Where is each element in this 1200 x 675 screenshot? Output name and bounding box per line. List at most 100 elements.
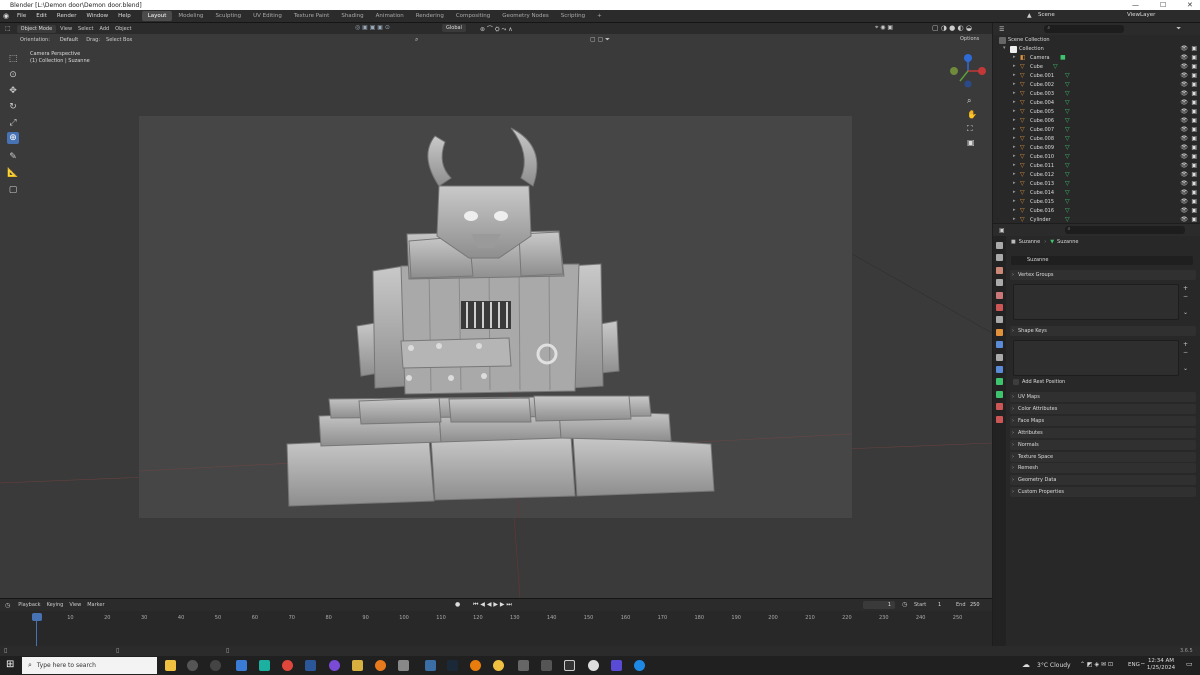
expand-icon[interactable]: ▸ xyxy=(1013,126,1019,132)
outliner-item[interactable]: ▸ ▽ Cube.010 ▽ 👁 ▣ xyxy=(993,153,1200,162)
blender-icon[interactable] xyxy=(470,660,481,671)
visibility-eye-icon[interactable]: 👁 xyxy=(1180,45,1188,52)
physics-tab-icon[interactable] xyxy=(996,366,1003,373)
tab-animation[interactable]: Animation xyxy=(370,11,410,21)
outliner-item[interactable]: ▸ ▽ Cube.016 ▽ 👁 ▣ xyxy=(993,207,1200,216)
record-button[interactable]: ● xyxy=(455,601,460,608)
navigation-gizmo[interactable]: ⌕ ✋ ⛶ ▣ xyxy=(946,51,990,161)
filter-icon[interactable]: ▢ ▢ ⏷ xyxy=(590,36,610,44)
blender-logo-icon[interactable]: ◉ xyxy=(0,12,12,20)
outliner-item[interactable]: ▸ ▽ Cube.012 ▽ 👁 ▣ xyxy=(993,171,1200,180)
expand-icon[interactable]: ▸ xyxy=(1013,216,1019,222)
outliner-item-name[interactable]: Cylinder xyxy=(1030,217,1051,223)
vertex-group-list-buttons[interactable]: + − ⌄ xyxy=(1183,285,1192,316)
app-icon[interactable] xyxy=(493,660,504,671)
tab-scripting[interactable]: Scripting xyxy=(555,11,591,21)
visibility-eye-icon[interactable]: 👁 xyxy=(1180,108,1188,115)
3d-viewport[interactable]: Camera Perspective (1) Collection | Suza… xyxy=(0,23,992,598)
object-menu[interactable]: Object xyxy=(115,26,131,32)
visibility-eye-icon[interactable]: 👁 xyxy=(1180,162,1188,169)
windows-start-icon[interactable]: ⊞ xyxy=(6,659,14,670)
vertex-groups-list[interactable] xyxy=(1013,284,1179,320)
properties-editor-icon[interactable]: ▣ xyxy=(999,227,1005,234)
render-camera-icon[interactable]: ▣ xyxy=(1191,90,1197,97)
network-icon[interactable]: ⌔ xyxy=(1140,661,1146,669)
drag-dropdown[interactable]: Select Box xyxy=(106,37,132,43)
render-camera-icon[interactable]: ▣ xyxy=(1191,198,1197,205)
current-frame-field[interactable]: 1 xyxy=(863,601,895,609)
expand-icon[interactable]: ▸ xyxy=(1013,117,1019,123)
render-camera-icon[interactable]: ▣ xyxy=(1191,216,1197,223)
taskbar-search-box[interactable]: ⌕ Type here to search xyxy=(22,657,157,674)
panel-normals[interactable]: Normals xyxy=(1010,439,1196,450)
render-camera-icon[interactable]: ▣ xyxy=(1191,108,1197,115)
outliner-item-name[interactable]: Cube.013 xyxy=(1030,181,1054,187)
output-tab-icon[interactable] xyxy=(996,266,1003,274)
cursor-tool-icon[interactable]: ⊙ xyxy=(7,69,19,81)
modifier-tab-icon[interactable] xyxy=(996,341,1003,349)
tab-sculpting[interactable]: Sculpting xyxy=(209,11,247,21)
visibility-eye-icon[interactable]: 👁 xyxy=(1180,90,1188,97)
outliner-filter-icon[interactable]: ⏷ xyxy=(1176,25,1181,33)
timeline-view-menu[interactable]: View xyxy=(69,602,81,608)
outliner-scene-collection[interactable]: Scene Collection xyxy=(993,36,1200,45)
view-menu[interactable]: View xyxy=(60,26,72,32)
timeline[interactable]: ◷ Playback Keying View Marker ● ⏮ ◀ ◀ ▶ … xyxy=(0,598,992,647)
app-icon[interactable] xyxy=(398,660,409,671)
panel-shape-keys[interactable]: Shape Keys xyxy=(1010,326,1196,336)
app-icon[interactable] xyxy=(352,660,363,671)
outliner-search-input[interactable]: ⌕ xyxy=(1044,25,1125,33)
render-camera-icon[interactable]: ▣ xyxy=(1191,54,1197,61)
file-explorer-icon[interactable] xyxy=(165,660,176,671)
particles-tab-icon[interactable] xyxy=(996,353,1003,361)
weather-text[interactable]: 3°C Cloudy xyxy=(1037,662,1071,669)
app-icon[interactable] xyxy=(329,660,340,671)
menu-render[interactable]: Render xyxy=(52,13,82,19)
select-mode-icons[interactable]: ◎ ▣ ▣ ▣ ⊙ xyxy=(355,24,390,31)
mesh-data-icon[interactable]: ▽ xyxy=(1065,144,1070,151)
visibility-eye-icon[interactable]: 👁 xyxy=(1180,135,1188,142)
expand-icon[interactable]: ▸ xyxy=(1013,189,1019,195)
pivot-snap-icons[interactable]: ⊛ ⌒ ⛭ ⤳ ∧ xyxy=(480,24,513,34)
visibility-eye-icon[interactable]: 👁 xyxy=(1180,189,1188,196)
search-icon[interactable]: ⌕ xyxy=(415,36,418,44)
outliner-item-name[interactable]: Cube.016 xyxy=(1030,208,1054,214)
render-camera-icon[interactable]: ▣ xyxy=(1191,153,1197,160)
panel-texture-space[interactable]: Texture Space xyxy=(1010,451,1196,462)
maximize-button[interactable]: ☐ xyxy=(1160,1,1166,9)
render-camera-icon[interactable]: ▣ xyxy=(1191,72,1197,79)
app-icon[interactable] xyxy=(564,660,575,671)
outliner-item-name[interactable]: Cube.006 xyxy=(1030,118,1054,124)
outliner-item[interactable]: ▸ ▽ Cube ▽ 👁 ▣ xyxy=(993,63,1200,72)
visibility-eye-icon[interactable]: 👁 xyxy=(1180,63,1188,70)
expand-icon[interactable]: ▸ xyxy=(1013,54,1019,60)
visibility-eye-icon[interactable]: 👁 xyxy=(1180,54,1188,61)
mesh-data-icon[interactable]: ▽ xyxy=(1065,198,1070,205)
panel-attributes[interactable]: Attributes xyxy=(1010,427,1196,438)
camera-data-icon[interactable]: ■ xyxy=(1060,54,1066,61)
render-camera-icon[interactable]: ▣ xyxy=(1191,126,1197,133)
properties-search-input[interactable]: ⌕ xyxy=(1064,226,1185,234)
outliner-item-name[interactable]: Cube.012 xyxy=(1030,172,1054,178)
app-icon[interactable] xyxy=(634,660,645,671)
outliner-item-name[interactable]: Cube.011 xyxy=(1030,163,1054,169)
outliner-item-name[interactable]: Cube.005 xyxy=(1030,109,1054,115)
outliner-item-name[interactable]: Cube.014 xyxy=(1030,190,1054,196)
render-camera-icon[interactable]: ▣ xyxy=(1191,81,1197,88)
visibility-eye-icon[interactable]: 👁 xyxy=(1180,126,1188,133)
app-icon[interactable] xyxy=(425,660,436,671)
outliner-item-name[interactable]: Cube.009 xyxy=(1030,145,1054,151)
add-rest-position-checkbox[interactable] xyxy=(1013,379,1019,385)
steam-icon[interactable] xyxy=(447,660,458,671)
visibility-eye-icon[interactable]: 👁 xyxy=(1180,72,1188,79)
render-camera-icon[interactable]: ▣ xyxy=(1191,144,1197,151)
outliner-item[interactable]: ▸ ▽ Cube.006 ▽ 👁 ▣ xyxy=(993,117,1200,126)
mesh-data-icon[interactable]: ▽ xyxy=(1065,90,1070,97)
word-icon[interactable] xyxy=(305,660,316,671)
start-frame-field[interactable]: 1 xyxy=(938,602,941,608)
render-camera-icon[interactable]: ▣ xyxy=(1191,171,1197,178)
expand-icon[interactable]: ▸ xyxy=(1013,180,1019,186)
annotate-tool-icon[interactable]: ✎ xyxy=(7,151,19,163)
app-icon[interactable] xyxy=(187,660,198,671)
outliner-item[interactable]: ▸ ▽ Cube.002 ▽ 👁 ▣ xyxy=(993,81,1200,90)
